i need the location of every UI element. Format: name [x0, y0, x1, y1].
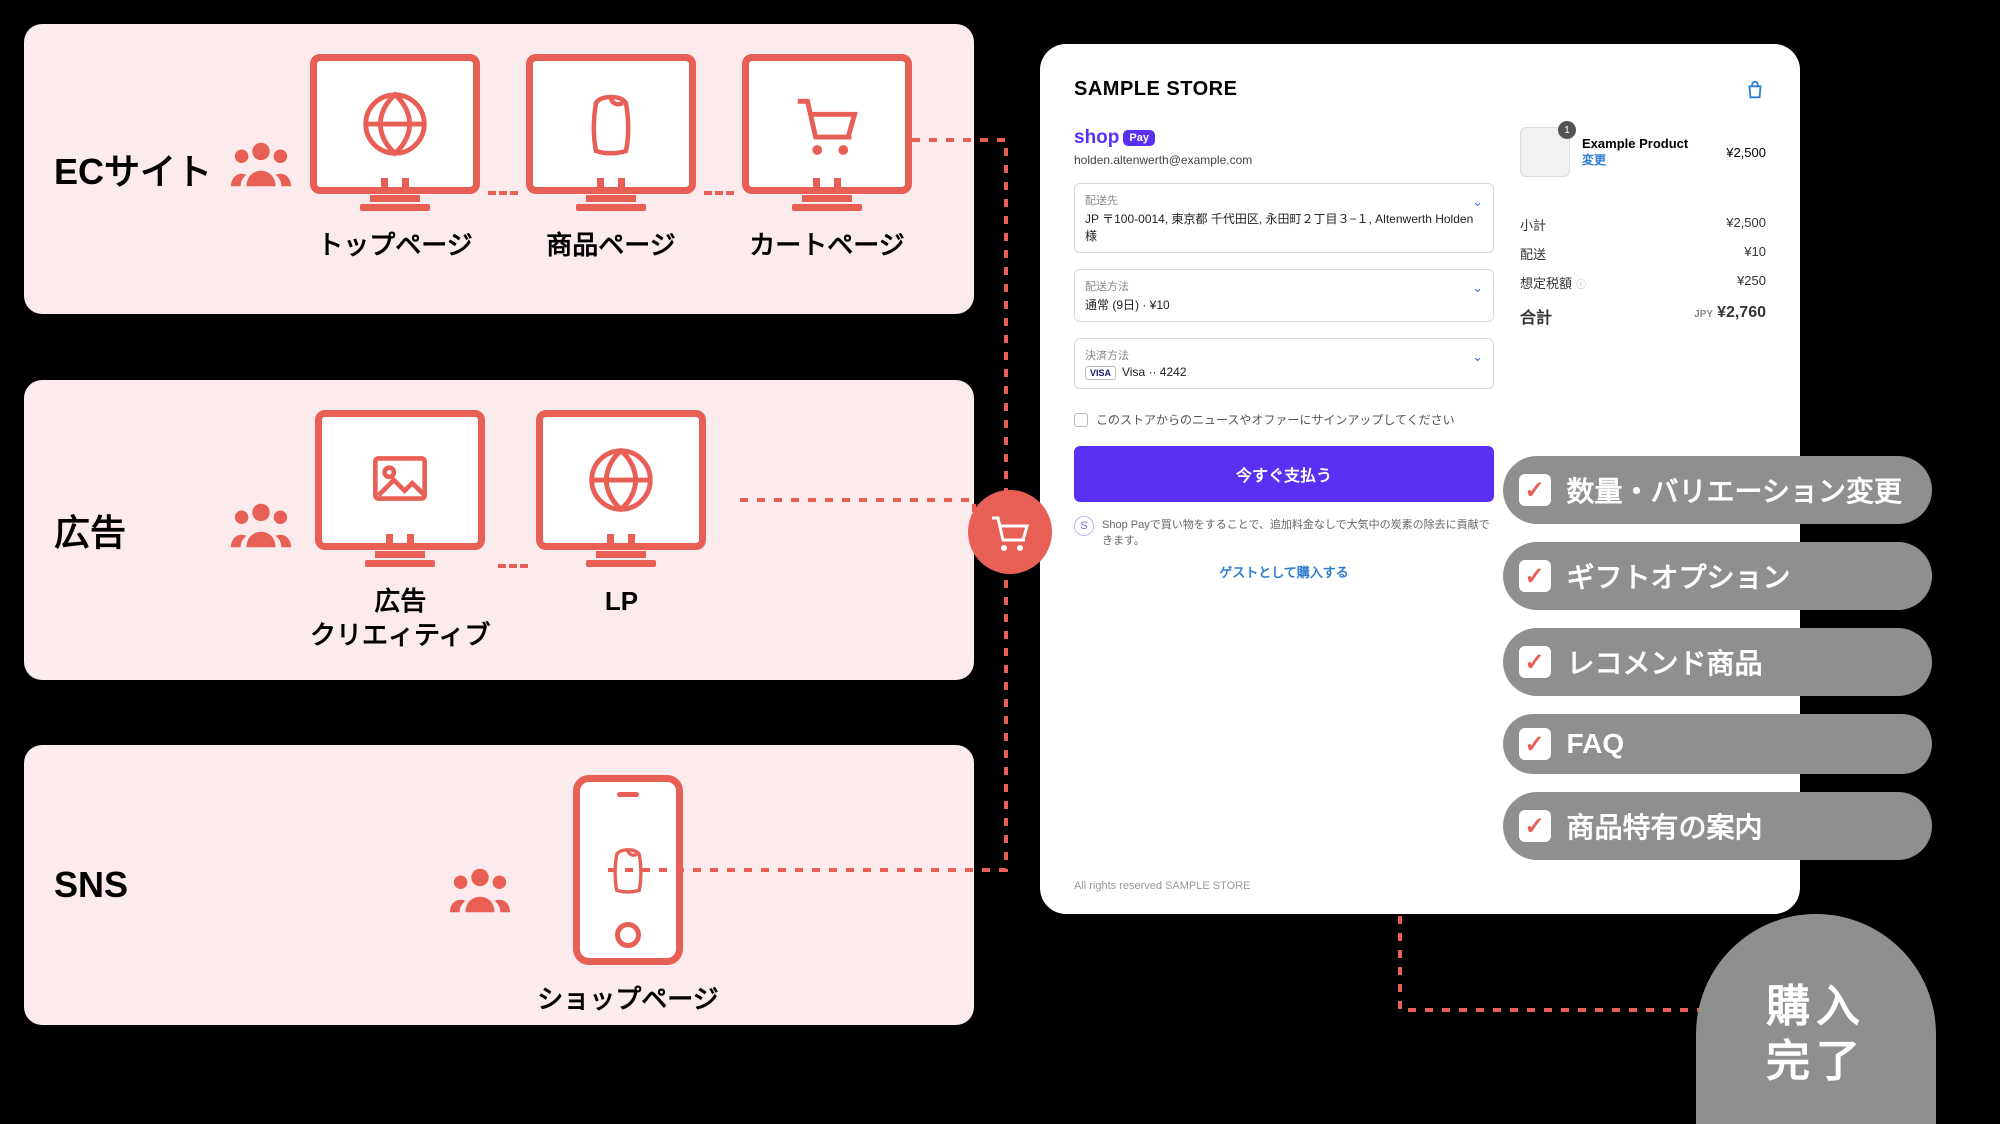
feature-pill: ✓ギフトオプション	[1503, 542, 1932, 610]
card-shop-page: ショップページ	[537, 775, 718, 1017]
cart-hub-icon	[968, 490, 1052, 574]
store-name: SAMPLE STORE	[1074, 78, 1237, 101]
card-top-page: トップページ	[310, 54, 480, 263]
info-icon[interactable]: ⓘ	[1576, 280, 1586, 291]
purchase-complete-badge: 購入 完了	[1696, 914, 1936, 1124]
chevron-down-icon: ⌄	[1472, 349, 1483, 365]
feature-pill: ✓数量・バリエーション変更	[1503, 456, 1932, 524]
checkout-footer: All rights reserved SAMPLE STORE	[1074, 880, 1250, 892]
card-cart-page: カートページ	[742, 54, 912, 263]
qty-badge: 1	[1558, 121, 1576, 139]
pay-method-field[interactable]: 決済方法 VISAVisa ·· 4242 ⌄	[1074, 338, 1494, 389]
ship-method-field[interactable]: 配送方法 通常 (9日) · ¥10 ⌄	[1074, 269, 1494, 322]
people-icon	[230, 497, 292, 564]
guest-checkout-link[interactable]: ゲストとして購入する	[1074, 562, 1494, 581]
people-icon	[230, 136, 292, 203]
chevron-down-icon: ⌄	[1472, 194, 1483, 210]
ship-to-field[interactable]: 配送先 JP 〒100-0014, 東京都 千代田区, 永田町２丁目３−１, A…	[1074, 183, 1494, 253]
cart-product-row: 1 Example Product 変更 ¥2,500	[1520, 127, 1766, 177]
source-sns: SNS ショップページ	[24, 745, 974, 1025]
source-ec-label: ECサイト	[54, 143, 224, 195]
change-link[interactable]: 変更	[1582, 151, 1688, 168]
source-ad: 広告 広告 クリエィティブ LP	[24, 380, 974, 680]
people-icon	[449, 862, 511, 929]
check-icon: ✓	[1519, 646, 1551, 678]
bag-icon[interactable]	[1744, 79, 1766, 101]
checkout-email: holden.altenwerth@example.com	[1074, 153, 1494, 167]
product-thumb: 1	[1520, 127, 1570, 177]
source-ec: ECサイト トップページ 商品ページ カートページ	[24, 24, 974, 314]
feature-pill: ✓FAQ	[1503, 714, 1932, 774]
newsletter-optin[interactable]: このストアからのニュースやオファーにサインアップしてください	[1074, 411, 1494, 428]
feature-pill: ✓レコメンド商品	[1503, 628, 1932, 696]
shoppay-badge-icon: S	[1074, 516, 1094, 536]
carbon-note: S Shop Payで買い物をすることで、追加料金なしで大気中の炭素の除去に貢献…	[1074, 516, 1494, 548]
card-lp: LP	[536, 410, 706, 619]
feature-pills: ✓数量・バリエーション変更 ✓ギフトオプション ✓レコメンド商品 ✓FAQ ✓商…	[1503, 456, 1932, 860]
shoppay-logo: shopPay	[1074, 127, 1494, 149]
card-ad-creative: 広告 クリエィティブ	[310, 410, 490, 653]
source-ad-label: 広告	[54, 504, 224, 556]
check-icon: ✓	[1519, 728, 1551, 760]
chevron-down-icon: ⌄	[1472, 280, 1483, 296]
pay-now-button[interactable]: 今すぐ支払う	[1074, 446, 1494, 502]
check-icon: ✓	[1519, 810, 1551, 842]
check-icon: ✓	[1519, 560, 1551, 592]
source-sns-label: SNS	[54, 864, 224, 906]
feature-pill: ✓商品特有の案内	[1503, 792, 1932, 860]
checkbox-icon[interactable]	[1074, 413, 1088, 427]
check-icon: ✓	[1519, 474, 1551, 506]
card-product-page: 商品ページ	[526, 54, 696, 263]
